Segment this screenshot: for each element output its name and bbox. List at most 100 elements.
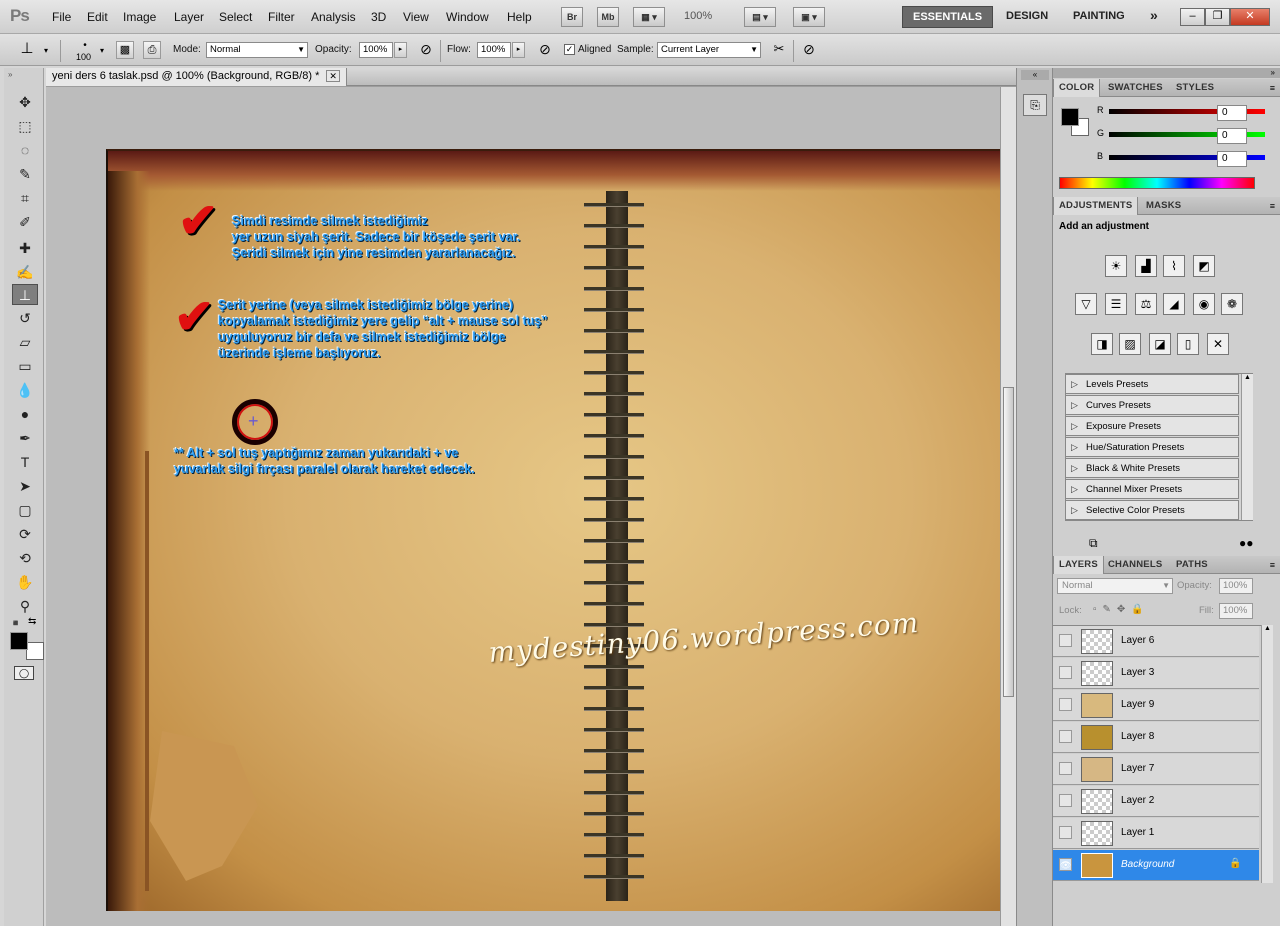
mode-select[interactable]: Normal ▼ [206,42,308,58]
workspace-painting[interactable]: PAINTING [1073,10,1125,22]
healing-brush-tool-icon[interactable]: ✚ [12,238,38,259]
shape-tool-icon[interactable]: ▢ [12,500,38,521]
move-tool-icon[interactable]: ✥ [12,92,38,113]
tab-channels[interactable]: CHANNELS [1103,556,1167,574]
color-ramp[interactable] [1059,177,1255,189]
background-color-swatch[interactable] [26,642,44,660]
visibility-icon[interactable] [1059,762,1072,775]
menu-file[interactable]: File [52,10,71,24]
visibility-icon[interactable] [1059,698,1072,711]
selective-color-icon[interactable]: ✕ [1207,333,1229,355]
type-tool-icon[interactable]: T [12,452,38,473]
blur-tool-icon[interactable]: 💧 [12,380,38,401]
layer-opacity-input[interactable]: 100% [1219,578,1253,594]
quick-selection-tool-icon[interactable]: ✎ [12,164,38,185]
tab-masks[interactable]: MASKS [1141,197,1186,215]
visibility-icon[interactable] [1059,826,1072,839]
tab-adjustments[interactable]: ADJUSTMENTS [1053,197,1139,215]
r-input[interactable]: 0 [1217,105,1247,121]
collapse-arrows-icon[interactable]: » [8,70,12,79]
gradient-map-icon[interactable]: ▯ [1177,333,1199,355]
eyedropper-tool-icon[interactable]: ✐ [12,212,38,233]
scrollbar-thumb[interactable] [1003,387,1014,697]
brush-picker-arrow-icon[interactable]: ▾ [100,46,104,55]
clip-to-layer-icon[interactable]: ⧉ [1089,536,1098,551]
panels-collapse-icon[interactable]: » [1053,68,1280,78]
fill-input[interactable]: 100% [1219,603,1253,619]
presets-scrollbar[interactable]: ▲ [1241,374,1253,520]
pen-tool-icon[interactable]: ✒ [12,428,38,449]
menu-3d[interactable]: 3D [371,10,386,24]
visibility-eye-icon[interactable]: 👁 [1059,858,1072,871]
tab-swatches[interactable]: SWATCHES [1103,79,1168,97]
layer-row-layer-6[interactable]: Layer 6 [1053,626,1259,657]
zoom-tool-icon[interactable]: ⚲ [12,596,38,617]
clone-source-icon[interactable]: ⎙ [143,41,161,59]
layer-row-layer-7[interactable]: Layer 7 [1053,754,1259,785]
opacity-input[interactable]: 100% [359,42,393,58]
layer-row-layer-3[interactable]: Layer 3 [1053,658,1259,689]
preset-black-white[interactable]: ▷ Black & White Presets [1065,458,1239,478]
opacity-slider-button[interactable]: ▸ [394,42,407,58]
path-selection-tool-icon[interactable]: ➤ [12,476,38,497]
menu-help[interactable]: Help [507,10,532,24]
restore-button[interactable]: ❐ [1205,8,1230,26]
menu-analysis[interactable]: Analysis [311,10,356,24]
3d-rotate-tool-icon[interactable]: ⟳ [12,524,38,545]
flow-input[interactable]: 100% [477,42,511,58]
panel-menu-icon[interactable]: ≡ [1270,560,1275,570]
dock-collapse-icon[interactable]: « [1021,70,1049,80]
visibility-icon[interactable] [1059,666,1072,679]
visibility-toggle-icon[interactable]: ●● [1239,536,1254,550]
layer-row-layer-8[interactable]: Layer 8 [1053,722,1259,753]
panel-menu-icon[interactable]: ≡ [1270,83,1275,93]
workspace-essentials[interactable]: ESSENTIALS [902,6,994,28]
quick-mask-icon[interactable]: ◯ [14,666,34,680]
tab-paths[interactable]: PATHS [1171,556,1213,574]
channel-mixer-icon[interactable]: ❁ [1221,293,1243,315]
lasso-tool-icon[interactable]: ◌ [12,140,38,161]
pressure-size-icon[interactable]: ⊘ [800,41,818,59]
workspace-more-icon[interactable]: » [1150,7,1158,23]
brush-tool-icon[interactable]: ✍ [12,262,38,283]
view-extras-button[interactable]: ▦ ▾ [633,7,665,27]
invert-icon[interactable]: ◨ [1091,333,1113,355]
airbrush-icon[interactable]: ⊘ [536,41,554,59]
preset-exposure[interactable]: ▷ Exposure Presets [1065,416,1239,436]
ignore-adjustment-layers-icon[interactable]: ✂ [770,41,788,59]
brightness-icon[interactable]: ☀ [1105,255,1127,277]
preset-curves[interactable]: ▷ Curves Presets [1065,395,1239,415]
aligned-checkbox[interactable]: ✓ [564,44,575,55]
tab-styles[interactable]: STYLES [1171,79,1219,97]
panel-menu-icon[interactable]: ≡ [1270,201,1275,211]
tab-color[interactable]: COLOR [1053,79,1101,97]
arrange-documents-button[interactable]: ▤ ▾ [744,7,776,27]
flow-slider-button[interactable]: ▸ [512,42,525,58]
posterize-icon[interactable]: ▨ [1119,333,1141,355]
default-colors-icon[interactable]: ◾ [10,618,21,629]
marquee-tool-icon[interactable]: ⬚ [12,116,38,137]
g-input[interactable]: 0 [1217,128,1247,144]
foreground-color-swatch[interactable] [10,632,28,650]
eraser-tool-icon[interactable]: ▱ [12,332,38,353]
vibrance-icon[interactable]: ▽ [1075,293,1097,315]
minibridge-button[interactable]: Mb [597,7,619,27]
gradient-tool-icon[interactable]: ▭ [12,356,38,377]
exposure-icon[interactable]: ◩ [1193,255,1215,277]
layer-row-layer-9[interactable]: Layer 9 [1053,690,1259,721]
black-white-icon[interactable]: ◢ [1163,293,1185,315]
crop-tool-icon[interactable]: ⌗ [12,188,38,209]
screen-mode-button[interactable]: ▣ ▾ [793,7,825,27]
clone-stamp-preset-icon[interactable]: ⊥ [18,41,36,59]
history-brush-tool-icon[interactable]: ↺ [12,308,38,329]
brush-preview-icon[interactable]: • [78,40,92,51]
dodge-tool-icon[interactable]: ● [12,404,38,425]
tool-preset-arrow-icon[interactable]: ▾ [44,46,48,55]
canvas-viewport[interactable]: ✔ ✔ Şimdi resimde silmek istediğimiz yer… [46,87,1000,926]
pressure-opacity-icon[interactable]: ⊘ [417,41,435,59]
visibility-icon[interactable] [1059,730,1072,743]
preset-channel-mixer[interactable]: ▷ Channel Mixer Presets [1065,479,1239,499]
curves-icon[interactable]: ⌇ [1163,255,1185,277]
photo-filter-icon[interactable]: ◉ [1193,293,1215,315]
3d-orbit-tool-icon[interactable]: ⟲ [12,548,38,569]
